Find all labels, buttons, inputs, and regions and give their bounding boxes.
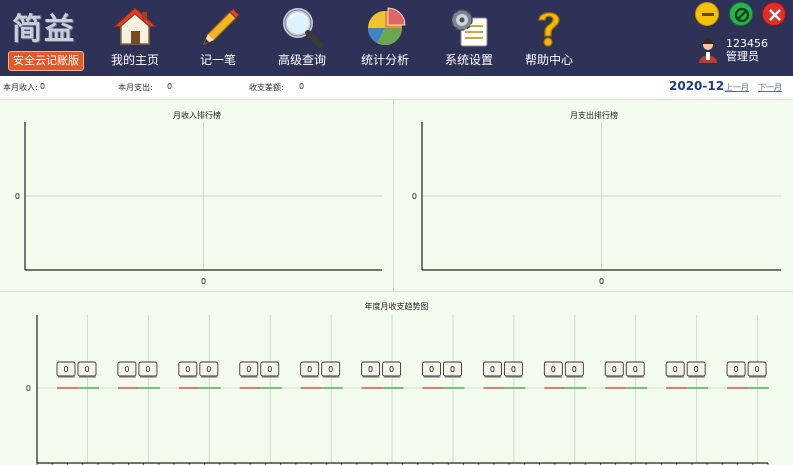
- close-icon: [769, 9, 781, 21]
- minimize-icon: [702, 13, 714, 16]
- pencil-icon: [202, 8, 240, 46]
- nav-settings[interactable]: 系统设置: [443, 0, 495, 76]
- close-button[interactable]: [762, 2, 786, 26]
- user-id: 123456: [726, 37, 768, 50]
- income-ranking-chart: 00: [15, 122, 382, 286]
- app-window: 简益 安全云记账版 我的主页 记一笔 高级查询 统计分析 系统设置 帮助中心 1…: [0, 0, 793, 465]
- magnifier-icon: [283, 8, 323, 48]
- expense-ranking-chart: 00: [412, 122, 781, 286]
- nav-record-label: 记一笔: [199, 53, 236, 67]
- home-icon: [113, 7, 157, 45]
- maximize-button[interactable]: [729, 2, 753, 26]
- data-label: 0: [328, 365, 333, 374]
- nav-home[interactable]: 我的主页: [109, 0, 161, 76]
- data-label: 0: [84, 365, 89, 374]
- data-label: 0: [206, 365, 211, 374]
- prev-month-link[interactable]: 上一月: [725, 82, 749, 93]
- nav-statistics-label: 统计分析: [360, 53, 409, 67]
- expense-label: 本月支出:: [118, 83, 153, 92]
- logo-text: 简益: [12, 12, 76, 47]
- expense-value: 0: [167, 82, 173, 91]
- pie-chart-icon: [368, 7, 406, 45]
- maximize-icon: [734, 7, 750, 23]
- current-month: 2020-12: [669, 79, 725, 93]
- y-tick-label: 0: [412, 192, 417, 201]
- data-label: 0: [63, 365, 68, 374]
- data-label: 0: [368, 365, 373, 374]
- data-label: 0: [633, 365, 638, 374]
- nav-search-label: 高级查询: [277, 53, 326, 67]
- yearly-trend-chart: 0 0 0 0 0 0 0 0 0 0 0 0 0 0 0 0 0 0 0 0 0 0 0 0 0: [26, 315, 770, 465]
- expense-ranking-panel: 月支出排行榜 00: [395, 100, 793, 292]
- help-icon: [538, 12, 560, 47]
- y-tick-label: 0: [15, 192, 20, 201]
- nav-help[interactable]: 帮助中心: [523, 0, 575, 76]
- income-value: 0: [40, 82, 46, 91]
- data-label: 0: [694, 365, 699, 374]
- top-navigation-bar: 简益 安全云记账版 我的主页 记一笔 高级查询 统计分析 系统设置 帮助中心 1…: [0, 0, 793, 76]
- minimize-button[interactable]: [695, 2, 719, 26]
- next-month-link[interactable]: 下一月: [758, 82, 782, 93]
- income-label: 本月收入:: [3, 83, 38, 92]
- nav-settings-label: 系统设置: [444, 53, 493, 67]
- x-tick-label: 0: [599, 277, 604, 286]
- logo-badge: 安全云记账版: [8, 51, 84, 71]
- nav-statistics[interactable]: 统计分析: [359, 0, 411, 76]
- month-summary-bar: 本月收入: 0 本月支出: 0 收支差额: 0 2020-12 上一月 下一月: [0, 76, 793, 100]
- nav-search[interactable]: 高级查询: [276, 0, 328, 76]
- user-avatar-icon: [699, 39, 717, 63]
- data-label: 0: [429, 365, 434, 374]
- data-label: 0: [450, 365, 455, 374]
- gear-icon: [451, 9, 488, 47]
- y-tick-label: 0: [26, 384, 31, 393]
- data-label: 0: [124, 365, 129, 374]
- x-tick-label: 0: [201, 277, 206, 286]
- data-label: 0: [572, 365, 577, 374]
- data-label: 0: [307, 365, 312, 374]
- balance-label: 收支差额:: [249, 83, 284, 92]
- data-label: 0: [185, 365, 190, 374]
- data-label: 0: [612, 365, 617, 374]
- data-label: 0: [734, 365, 739, 374]
- user-role: 管理员: [726, 50, 759, 63]
- data-label: 0: [511, 365, 516, 374]
- data-label: 0: [673, 365, 678, 374]
- data-label: 0: [490, 365, 495, 374]
- nav-help-label: 帮助中心: [524, 53, 573, 67]
- data-label: 0: [267, 365, 272, 374]
- data-label: 0: [389, 365, 394, 374]
- balance-value: 0: [299, 82, 305, 91]
- data-label: 0: [551, 365, 556, 374]
- nav-record[interactable]: 记一笔: [195, 0, 241, 76]
- data-label: 0: [755, 365, 760, 374]
- data-label: 0: [145, 365, 150, 374]
- nav-home-label: 我的主页: [110, 53, 159, 67]
- yearly-trend-panel: 年度月收支趋势图 0000000000000000000000000: [0, 293, 793, 465]
- income-ranking-panel: 月收入排行榜 00: [0, 100, 394, 292]
- app-logo: 简益 安全云记账版: [6, 4, 84, 71]
- data-label: 0: [246, 365, 251, 374]
